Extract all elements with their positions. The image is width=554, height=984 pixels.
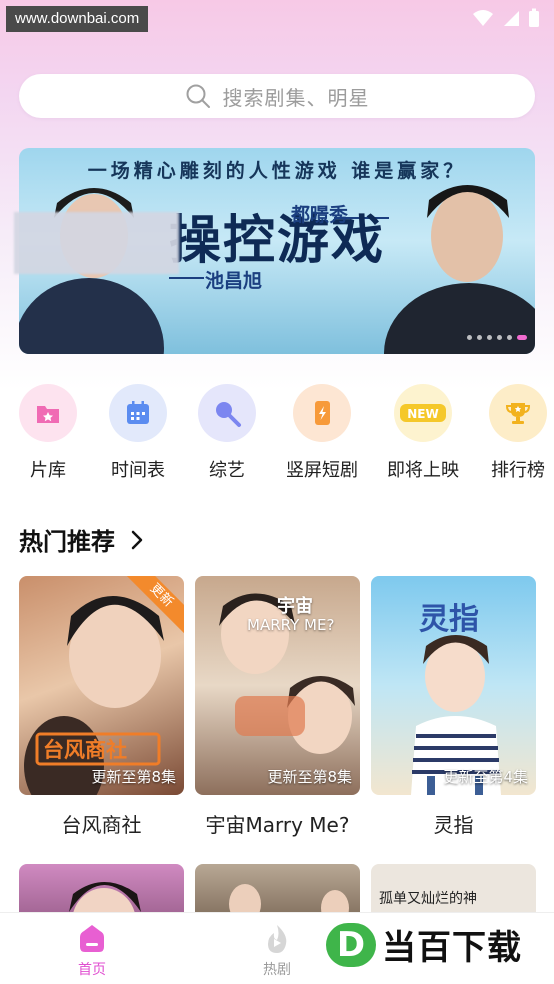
carousel-dot-active [517,335,527,340]
section-title: 热门推荐 [19,528,115,556]
episode-update: 更新至第8集 [91,768,176,786]
drama-poster: 台风商社 更新 更新至第8集 [19,576,184,795]
nav-short-drama[interactable]: 竖屏短剧 [282,384,362,482]
tab-label: 热剧 [263,962,291,978]
nav-label: 即将上映 [387,460,459,481]
episode-update: 更新至第8集 [267,768,352,786]
episode-update: 更新至第4集 [443,768,528,786]
drama-poster: 宇宙 MARRY ME? 更新至第8集 [195,576,360,795]
library-icon [19,384,77,442]
nav-label: 片库 [30,460,66,481]
home-icon [80,925,104,952]
nav-variety[interactable]: 综艺 [187,384,267,482]
nav-label: 排行榜 [491,460,545,481]
search-placeholder: 搜索剧集、明星 [222,85,370,110]
trophy-icon [489,384,547,442]
signal-icon [504,11,519,26]
tab-hot[interactable]: 热剧 [237,923,317,979]
drama-name: 灵指 [433,813,474,837]
short-drama-icon [293,384,351,442]
drama-name: 宇宙Marry Me? [205,813,350,837]
nav-label: 竖屏短剧 [286,460,358,481]
brand-text: 当百下载 [382,928,522,968]
variety-icon [198,384,256,442]
drama-card[interactable]: 宇宙 MARRY ME? 更新至第8集 宇宙Marry Me? [195,576,360,838]
poster-title: 宇宙 [277,596,313,617]
brand-watermark: D 当百下载 [326,920,522,969]
nav-coming-soon[interactable]: NEW 即将上映 [383,384,463,482]
battery-icon [529,8,539,27]
poster-title: 灵指 [419,602,479,637]
poster-subtitle: MARRY ME? [247,616,335,634]
search-bar[interactable]: 搜索剧集、明星 [19,74,535,118]
drama-poster: 灵指 更新至第4集 [371,576,536,795]
brand-logo: D [326,922,376,967]
tab-home[interactable]: 首页 [52,923,132,979]
drama-card[interactable]: 灵指 更新至第4集 灵指 [371,576,536,838]
poster-title: 台风商社 [43,738,127,762]
wifi-icon [473,10,493,26]
drama-name: 台风商社 [61,813,142,837]
nav-label: 时间表 [111,460,165,481]
section-hot-recommend[interactable]: 热门推荐 [19,522,149,557]
poster-caption: 孤单又灿烂的神 [379,891,477,907]
carousel-dot [467,335,472,340]
calendar-icon [109,384,167,442]
banner-slogan: 一场精心雕刻的人性游戏 谁是赢家？ [87,160,467,182]
status-bar: www.downbai.com [0,0,554,36]
banner-title: 操控游戏 [169,211,386,271]
carousel-dot [497,335,502,340]
chevron-right-icon [131,530,143,549]
search-icon [186,84,210,108]
carousel-dot [477,335,482,340]
blurred-overlay [14,212,179,274]
status-icons [472,8,540,28]
nav-label: 综艺 [209,460,245,481]
nav-ranking[interactable]: 排行榜 [478,384,554,482]
flame-icon [268,925,287,953]
banner-actor-1: 都暻秀 [291,204,349,226]
carousel-indicator [467,335,527,340]
nav-library[interactable]: 片库 [8,384,88,482]
drama-card[interactable]: 台风商社 更新 更新至第8集 台风商社 [19,576,184,838]
carousel-dot [487,335,492,340]
new-icon: NEW [394,384,452,442]
tab-label: 首页 [78,962,106,978]
carousel-dot [507,335,512,340]
banner-actor-2: 池昌旭 [205,270,263,292]
quick-nav: 片库 时间表 综艺 竖屏短剧 NEW 即将上映 排行榜 [0,384,554,484]
svg-text:NEW: NEW [407,407,438,421]
nav-schedule[interactable]: 时间表 [98,384,178,482]
watermark-label: www.downbai.com [6,6,149,32]
